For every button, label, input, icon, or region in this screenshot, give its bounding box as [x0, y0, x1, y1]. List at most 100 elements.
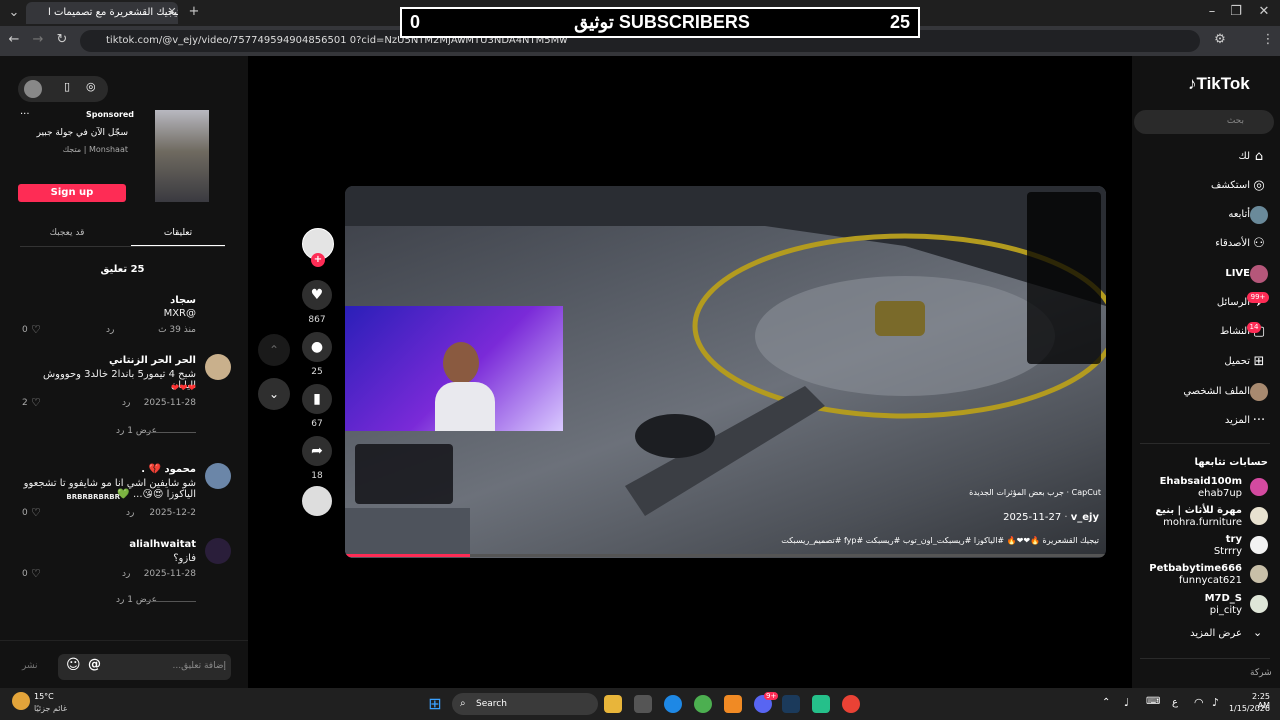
- heart-icon[interactable]: ♡: [31, 323, 41, 336]
- extensions-icon[interactable]: ⚙: [1210, 32, 1230, 47]
- nav-for-you[interactable]: لك: [1239, 151, 1250, 162]
- emoji-icon[interactable]: ☺: [66, 657, 81, 673]
- reply-button[interactable]: رد: [106, 325, 114, 335]
- player-list: [1027, 192, 1101, 364]
- friends-icon: ⚇: [1253, 236, 1265, 251]
- app-icon[interactable]: [724, 695, 742, 713]
- ad-image[interactable]: [155, 110, 209, 202]
- subscriber-overlay: 25 توثيق SUBSCRIBERS 0: [400, 7, 920, 38]
- chevron-down-icon[interactable]: ⌄: [1253, 626, 1262, 639]
- weather-temp: 15°C: [34, 692, 54, 701]
- view-toggle[interactable]: ▯ ◎: [18, 76, 108, 102]
- tab-list-icon[interactable]: ⌄: [4, 5, 24, 20]
- clock-date[interactable]: 1/15/2026: [1228, 704, 1270, 713]
- comment-bubble-icon[interactable]: ●: [302, 332, 332, 362]
- tab-title: تيجيك القشعريرة مع تصميمات ا: [48, 7, 178, 18]
- heart-icon[interactable]: ♡: [31, 567, 41, 580]
- bookmark-icon[interactable]: ▮: [302, 384, 332, 414]
- commenter-avatar[interactable]: [205, 463, 231, 489]
- tab-you-may-like[interactable]: قد يعجبك: [20, 228, 114, 238]
- comment-input[interactable]: ☺ @ إضافة تعليق...: [58, 654, 231, 680]
- account-avatar: [1250, 595, 1268, 613]
- mic-icon[interactable]: ♩: [1124, 696, 1129, 709]
- heart-icon[interactable]: ♡: [31, 506, 41, 519]
- account-name: try: [1225, 534, 1242, 545]
- minimize-icon[interactable]: –: [1202, 4, 1222, 19]
- menu-icon[interactable]: ⋮: [1258, 32, 1278, 47]
- nav-profile[interactable]: الملف الشخصي: [1183, 386, 1250, 397]
- wifi-icon[interactable]: ◠: [1194, 696, 1204, 709]
- view-replies-button[interactable]: عرض 1 رد: [116, 595, 157, 605]
- reload-icon[interactable]: ↻: [52, 32, 72, 47]
- windows-start-icon[interactable]: ⊞: [426, 695, 444, 713]
- tiktok-logo[interactable]: ♪TikTok: [1188, 74, 1250, 94]
- taskbar-search[interactable]: ⌕ Search: [452, 693, 598, 715]
- nav-messages[interactable]: الرسائل: [1217, 297, 1250, 308]
- comment-text: فازو؟: [173, 553, 196, 564]
- streamer-shirt: [435, 382, 495, 431]
- overlay-count-right: 0: [410, 12, 421, 32]
- company-link[interactable]: شركة: [1250, 668, 1272, 678]
- ad-more-icon[interactable]: ···: [20, 109, 30, 120]
- steam-icon[interactable]: [782, 695, 800, 713]
- mention-icon[interactable]: @: [88, 657, 101, 672]
- follow-plus-icon[interactable]: +: [311, 253, 325, 267]
- language-indicator[interactable]: ع: [1172, 697, 1178, 708]
- video-date: 2025-11-27: [1003, 512, 1062, 523]
- prev-video-button[interactable]: ⌃: [258, 334, 290, 366]
- nav-explore[interactable]: استكشف: [1211, 180, 1250, 191]
- comment-author[interactable]: alialhwaitat: [20, 539, 196, 550]
- chrome-alt-icon[interactable]: [842, 695, 860, 713]
- comment-author[interactable]: الحر الحر الزنتاني: [20, 355, 196, 366]
- comment-emoji: ❤❤❤: [170, 383, 196, 394]
- nav-live[interactable]: LIVE: [1225, 268, 1250, 279]
- see-more-button[interactable]: عرض المزيد: [1190, 628, 1242, 639]
- capcut-label[interactable]: CapCut · جرب بعض المؤثرات الجديدة: [951, 488, 1101, 497]
- browser-tab[interactable]: تيجيك القشعريرة مع تصميمات ا: [26, 2, 178, 24]
- back-icon[interactable]: ←: [4, 32, 24, 47]
- tab-comments[interactable]: تعليقات: [131, 228, 225, 238]
- nav-more[interactable]: المزيد: [1225, 415, 1250, 426]
- tray-chevron-icon[interactable]: ⌃: [1102, 697, 1110, 708]
- like-heart-icon[interactable]: ♥: [302, 280, 332, 310]
- chrome-icon[interactable]: [694, 695, 712, 713]
- share-arrow-icon[interactable]: ➦: [302, 436, 332, 466]
- signup-button[interactable]: Sign up: [18, 184, 126, 202]
- commenter-avatar[interactable]: [205, 538, 231, 564]
- video-author[interactable]: v_ejy: [1071, 512, 1099, 523]
- video-player[interactable]: CapCut · جرب بعض المؤثرات الجديدة 2025-1…: [345, 186, 1106, 558]
- nav-upload[interactable]: تحميل: [1224, 356, 1250, 367]
- compass-icon[interactable]: ◎: [86, 80, 96, 93]
- comment-author[interactable]: محمود 💔 .: [20, 464, 196, 475]
- commenter-avatar[interactable]: [205, 354, 231, 380]
- nav-friends[interactable]: الأصدقاء: [1215, 238, 1250, 249]
- file-explorer-icon[interactable]: [604, 695, 622, 713]
- store-icon[interactable]: [634, 695, 652, 713]
- next-video-button[interactable]: ⌄: [258, 378, 290, 410]
- post-button[interactable]: نشر: [22, 661, 38, 671]
- keyboard-icon[interactable]: ⌨: [1146, 696, 1160, 707]
- reply-button[interactable]: رد: [122, 569, 130, 579]
- volume-icon[interactable]: ♪: [1212, 696, 1219, 709]
- nav-following[interactable]: أتابعه: [1228, 209, 1250, 220]
- reply-button[interactable]: رد: [122, 398, 130, 408]
- sound-disc-icon[interactable]: [302, 486, 332, 516]
- weather-icon[interactable]: [12, 692, 30, 710]
- discord-badge: 9+: [764, 692, 779, 700]
- phone-icon[interactable]: ▯: [64, 80, 70, 93]
- overlay-count-left: 25: [890, 12, 911, 32]
- close-tab-icon[interactable]: ✕: [162, 5, 182, 18]
- game-icon[interactable]: [812, 695, 830, 713]
- comment-count-action: 25: [311, 367, 323, 377]
- new-tab-icon[interactable]: +: [184, 4, 204, 19]
- edge-icon[interactable]: [664, 695, 682, 713]
- comment-author[interactable]: سجاد: [20, 295, 196, 306]
- forward-icon[interactable]: →: [28, 32, 48, 47]
- search-input[interactable]: بحث: [1134, 110, 1274, 134]
- view-replies-button[interactable]: عرض 1 رد: [116, 426, 157, 436]
- reply-button[interactable]: رد: [126, 508, 134, 518]
- restore-icon[interactable]: ❐: [1226, 4, 1246, 19]
- close-window-icon[interactable]: ✕: [1254, 4, 1274, 19]
- heart-icon[interactable]: ♡: [31, 396, 41, 409]
- nav-activity[interactable]: النشاط: [1220, 326, 1250, 337]
